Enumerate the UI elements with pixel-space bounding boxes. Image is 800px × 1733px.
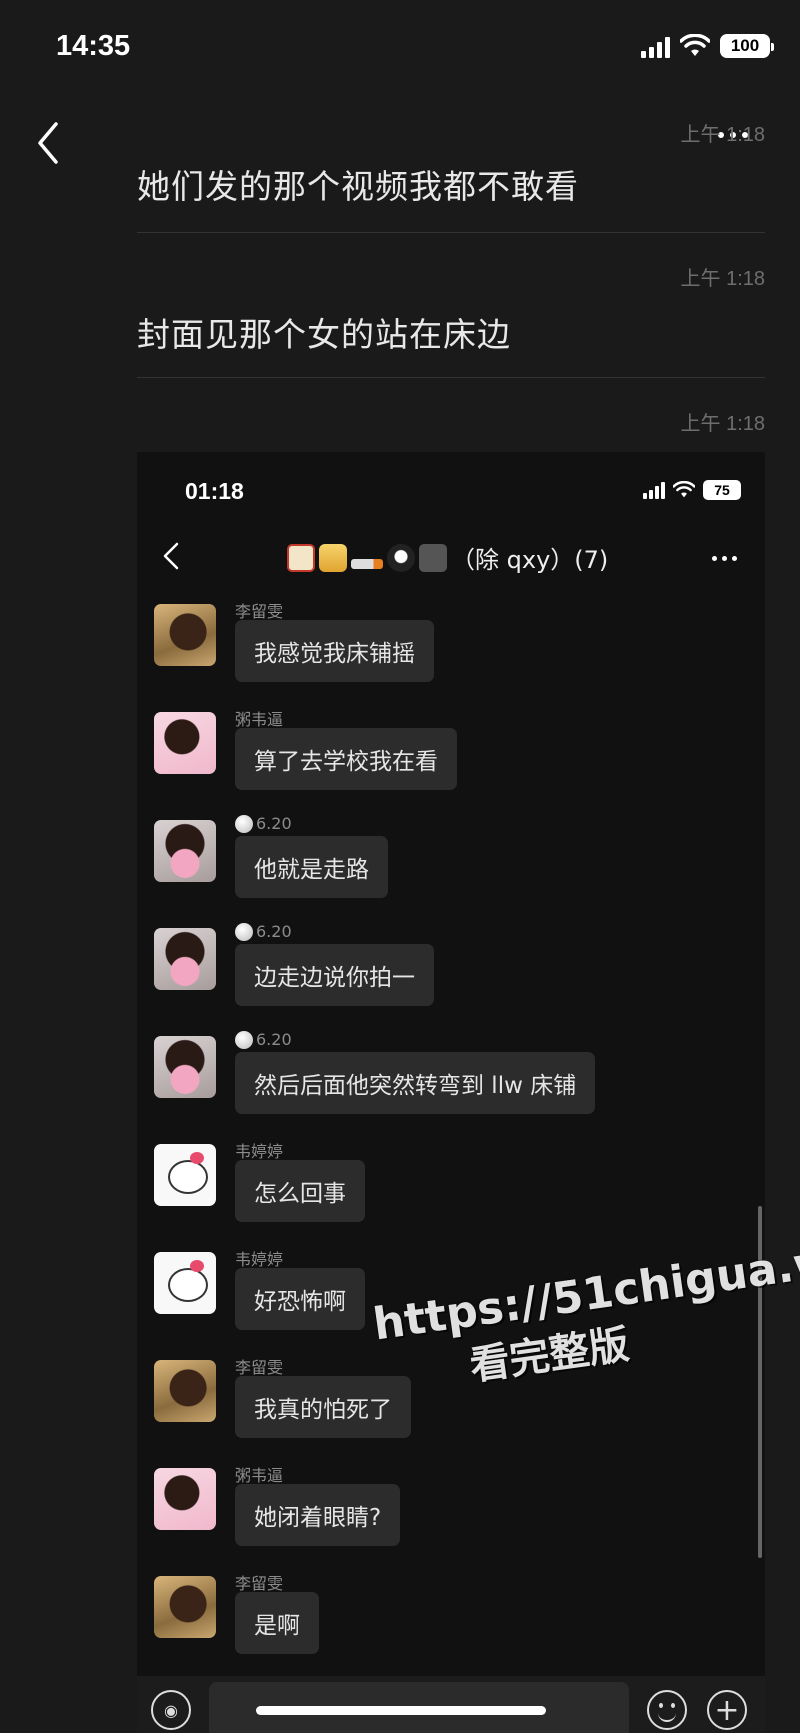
sender-name: 李留雯 bbox=[235, 1358, 284, 1377]
avatar bbox=[154, 1468, 216, 1530]
message-row: 李留雯 是啊 bbox=[137, 1572, 765, 1672]
emoji-icon bbox=[647, 1690, 687, 1730]
message-row: 6.20 边走边说你拍一 bbox=[137, 922, 765, 1024]
screenshot-status-icons: 75 bbox=[643, 480, 741, 500]
battery-icon: 75 bbox=[703, 480, 741, 500]
message-bubble: 她闭着眼睛? bbox=[235, 1484, 401, 1546]
message-row: 李留雯 我感觉我床铺摇 bbox=[137, 600, 765, 700]
message-bubble: 我感觉我床铺摇 bbox=[235, 620, 434, 682]
ball-icon bbox=[235, 814, 253, 833]
divider bbox=[137, 377, 765, 378]
item-text: 封面见那个女的站在床边 bbox=[137, 315, 511, 354]
message-row: 6.20 他就是走路 bbox=[137, 814, 765, 916]
home-indicator bbox=[256, 1706, 546, 1715]
message-bubble: 是啊 bbox=[235, 1592, 319, 1654]
group-chat-title: （除 qxy）(7) bbox=[287, 540, 608, 575]
item-timestamp: 上午 1:18 bbox=[680, 413, 765, 435]
sender-name-row: 6.20 bbox=[235, 1030, 292, 1049]
sender-name-row: 6.20 bbox=[235, 814, 292, 833]
more-options-icon bbox=[712, 556, 737, 561]
beer-icon bbox=[319, 543, 347, 572]
favorite-item[interactable]: 上午 1:18 bbox=[137, 407, 765, 437]
sender-name: 粥韦逼 bbox=[235, 710, 284, 729]
avatar bbox=[154, 1144, 216, 1206]
message-bubble: 好恐怖啊 bbox=[235, 1268, 365, 1330]
group-name: （除 qxy）(7) bbox=[451, 546, 609, 574]
message-bubble: 然后后面他突然转弯到 llw 床铺 bbox=[235, 1052, 596, 1114]
message-bubble: 怎么回事 bbox=[235, 1160, 365, 1222]
mahjong-icon bbox=[287, 543, 315, 572]
battery-icon: 100 bbox=[720, 34, 774, 58]
avatar bbox=[154, 1252, 216, 1314]
status-time: 14:35 bbox=[56, 30, 131, 62]
message-bubble: 他就是走路 bbox=[235, 836, 388, 898]
avatar bbox=[154, 820, 216, 882]
voice-icon: ◉ bbox=[151, 1690, 191, 1730]
chat-input-bar: ◉ + bbox=[137, 1676, 765, 1733]
screenshot-status-time: 01:18 bbox=[185, 478, 244, 504]
wifi-icon bbox=[680, 34, 710, 56]
chat-screenshot-image[interactable]: 01:18 75 （除 qxy）(7) 李留雯 我感觉我床铺摇 粥韦逼 算了去学… bbox=[137, 452, 765, 1733]
cigarette-icon bbox=[351, 558, 383, 569]
sender-name: 6.20 bbox=[256, 814, 292, 833]
sender-name: 6.20 bbox=[256, 922, 292, 941]
sender-name: 韦婷婷 bbox=[235, 1250, 284, 1269]
message-bubble: 边走边说你拍一 bbox=[235, 944, 434, 1006]
avatar bbox=[154, 604, 216, 666]
avatar bbox=[154, 1036, 216, 1098]
sender-name: 李留雯 bbox=[235, 602, 284, 621]
item-timestamp: 上午 1:18 bbox=[680, 268, 765, 290]
favorite-item[interactable]: 上午 1:18 她们发的那个视频我都不敢看 bbox=[137, 118, 765, 206]
item-timestamp: 上午 1:18 bbox=[680, 124, 765, 146]
message-row: 粥韦逼 她闭着眼睛? bbox=[137, 1464, 765, 1564]
signal-icon bbox=[641, 34, 670, 58]
message-row: 粥韦逼 算了去学校我在看 bbox=[137, 708, 765, 808]
message-bubble: 算了去学校我在看 bbox=[235, 728, 457, 790]
item-text: 她们发的那个视频我都不敢看 bbox=[137, 167, 579, 206]
billiard-ball-icon bbox=[387, 543, 415, 572]
sender-name: 韦婷婷 bbox=[235, 1142, 284, 1161]
ball-icon bbox=[235, 1030, 253, 1049]
ball-icon bbox=[235, 922, 253, 941]
message-row: 6.20 然后后面他突然转弯到 llw 床铺 bbox=[137, 1030, 765, 1132]
sender-name: 6.20 bbox=[256, 1030, 292, 1049]
sender-name-row: 6.20 bbox=[235, 922, 292, 941]
avatar bbox=[154, 1576, 216, 1638]
camera-icon bbox=[419, 543, 447, 572]
signal-icon bbox=[643, 481, 665, 499]
message-row: 韦婷婷 怎么回事 bbox=[137, 1140, 765, 1240]
status-bar: 14:35 100 bbox=[0, 0, 800, 100]
avatar bbox=[154, 1360, 216, 1422]
avatar bbox=[154, 928, 216, 990]
favorite-item[interactable]: 上午 1:18 封面见那个女的站在床边 bbox=[137, 262, 765, 354]
wifi-icon bbox=[673, 481, 695, 498]
back-icon[interactable] bbox=[30, 118, 66, 168]
back-icon bbox=[163, 542, 179, 570]
plus-icon: + bbox=[707, 1690, 747, 1730]
divider bbox=[137, 232, 765, 233]
sender-name: 李留雯 bbox=[235, 1574, 284, 1593]
avatar bbox=[154, 712, 216, 774]
sender-name: 粥韦逼 bbox=[235, 1466, 284, 1485]
status-icons: 100 bbox=[641, 34, 774, 58]
